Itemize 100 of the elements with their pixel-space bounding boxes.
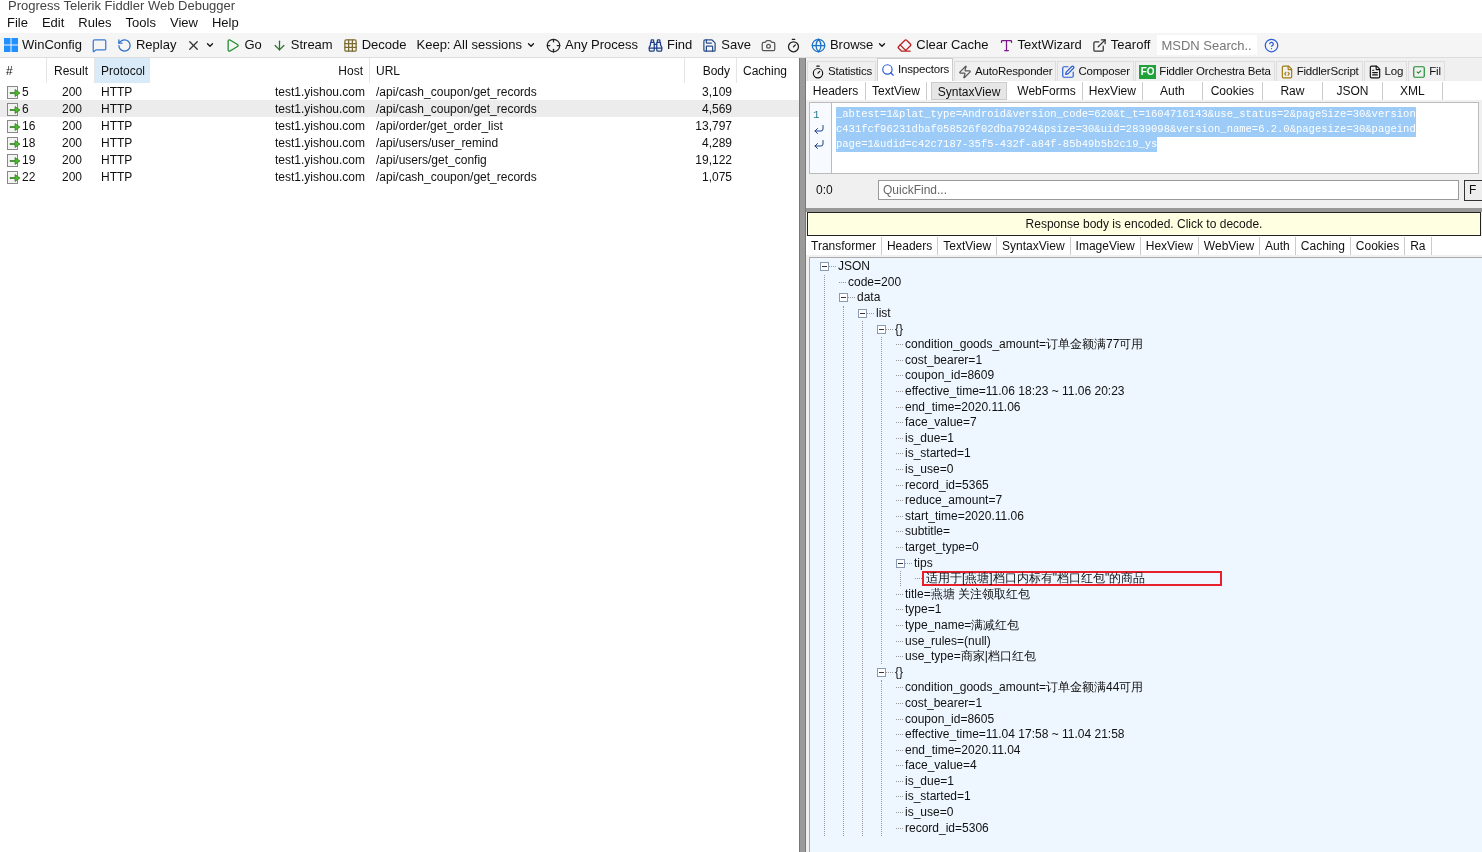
tab[interactable]: Cookies — [1202, 81, 1263, 100]
tab[interactable]: WebView — [1198, 236, 1261, 255]
tree-node-label[interactable]: effective_time=11.04 17:58 ~ 11.04 21:58 — [903, 727, 1127, 743]
quickfind-button[interactable]: F — [1464, 179, 1482, 201]
column-header[interactable]: Protocol — [95, 58, 150, 83]
tree-node-label[interactable]: face_value=7 — [903, 415, 979, 431]
session-row[interactable]: 19 200 HTTP test1.yishou.com /api/users/get_config 19,122 — [0, 151, 799, 168]
tree-node-label[interactable]: {} — [893, 321, 905, 337]
tab[interactable]: Auth — [1260, 236, 1296, 255]
menu-item[interactable]: File — [7, 12, 28, 33]
tree-node-label[interactable]: use_rules=(null) — [903, 633, 993, 649]
search-field[interactable]: MSDN Search... — [1157, 35, 1258, 55]
tab[interactable]: Caching — [1295, 236, 1351, 255]
tree-node-label[interactable]: condition_goods_amount=订单金额满77可用 — [903, 337, 1146, 353]
tree-node-label[interactable]: use_type=商家|档口红包 — [903, 649, 1038, 665]
tab[interactable]: Log — [1363, 61, 1408, 81]
collapse-icon[interactable] — [858, 309, 867, 319]
tab[interactable]: Statistics — [807, 61, 876, 81]
tree-node-label[interactable]: 适用于[燕塘]档口内标有"档口红包"的商品 — [926, 573, 1146, 585]
toolbar-button[interactable]: TextWizard — [995, 34, 1085, 56]
column-header[interactable]: Body — [685, 58, 737, 83]
tab[interactable]: Transformer — [806, 236, 882, 255]
tab[interactable]: Composer — [1057, 61, 1134, 81]
tree-node-label[interactable]: end_time=2020.11.06 — [903, 399, 1023, 415]
tab[interactable]: FO Fiddler Orchestra Beta — [1134, 61, 1275, 81]
tree-node-label[interactable]: type_name=满减红包 — [903, 617, 1022, 633]
toolbar-button[interactable]: WinConfig — [1, 34, 85, 56]
session-row[interactable]: 18 200 HTTP test1.yishou.com /api/users/user_remind 4,289 — [0, 134, 799, 151]
tree-node-label[interactable]: reduce_amount=7 — [903, 493, 1005, 509]
tree-node-label[interactable]: record_id=5365 — [903, 477, 991, 493]
tree-node-label[interactable]: is_due=1 — [903, 430, 957, 446]
tab[interactable]: Headers — [881, 236, 939, 255]
collapse-icon[interactable] — [820, 262, 829, 272]
tab[interactable]: SyntaxView — [930, 81, 1008, 100]
decode-banner[interactable]: Response body is encoded. Click to decode. — [807, 212, 1481, 236]
tree-node-label[interactable]: is_use=0 — [903, 462, 956, 477]
tab[interactable]: TextView — [938, 236, 998, 255]
tab[interactable]: Inspectors — [877, 58, 954, 81]
tree-node-label[interactable]: cost_bearer=1 — [903, 695, 985, 711]
toolbar-button[interactable]: Save — [699, 34, 754, 56]
column-header[interactable]: # — [0, 58, 47, 83]
tab[interactable]: XML — [1382, 81, 1443, 100]
column-header[interactable]: Host — [150, 58, 370, 83]
collapse-icon[interactable] — [877, 667, 886, 677]
tree-node-label[interactable]: is_use=0 — [903, 805, 956, 821]
menu-item[interactable]: Help — [211, 12, 239, 33]
tree-node-label[interactable]: face_value=4 — [903, 758, 979, 774]
tree-node-label[interactable]: is_due=1 — [903, 773, 957, 789]
tree-node-label[interactable]: is_started=1 — [903, 789, 973, 805]
tree-node-label[interactable]: {} — [893, 664, 905, 680]
tree-node-label[interactable]: effective_time=11.06 18:23 ~ 11.06 20:23 — [903, 384, 1127, 400]
tab[interactable]: SyntaxView — [997, 236, 1071, 255]
collapse-icon[interactable] — [839, 293, 848, 303]
tree-node-label[interactable]: tips — [912, 555, 935, 571]
tree-node-label[interactable]: end_time=2020.11.04 — [903, 742, 1023, 758]
column-header[interactable]: URL — [370, 58, 685, 83]
session-row[interactable]: 6 200 HTTP test1.yishou.com /api/cash_coupon/get_records 4,569 — [0, 100, 799, 117]
toolbar-button[interactable]: Browse — [807, 34, 891, 56]
quickfind-field[interactable]: QuickFind... — [878, 180, 1459, 200]
menu-item[interactable]: Tools — [125, 12, 156, 33]
toolbar-button[interactable]: Go — [222, 34, 265, 56]
toolbar-button[interactable]: Tearoff — [1088, 34, 1154, 56]
tab[interactable]: Headers — [806, 81, 866, 100]
tab[interactable]: Auth — [1142, 81, 1203, 100]
collapse-icon[interactable] — [896, 558, 905, 568]
menu-item[interactable]: View — [169, 12, 198, 33]
tab[interactable]: Fil — [1408, 61, 1445, 81]
tab[interactable]: FiddlerScript — [1275, 61, 1363, 81]
tree-node-label[interactable]: target_type=0 — [903, 540, 981, 555]
session-row[interactable]: 16 200 HTTP test1.yishou.com /api/order/get_order_list 13,797 — [0, 117, 799, 134]
toolbar-button[interactable]: Replay — [113, 34, 180, 56]
tab[interactable]: ImageView — [1070, 236, 1141, 255]
toolbar-button[interactable]: Any Process — [543, 34, 641, 56]
tree-node-label[interactable]: coupon_id=8605 — [903, 711, 997, 727]
menu-item[interactable]: Edit — [41, 12, 65, 33]
tree-node-label[interactable]: list — [874, 306, 893, 322]
tree-node-label[interactable]: type=1 — [903, 602, 944, 618]
tree-node-label[interactable]: code=200 — [846, 274, 904, 290]
tab[interactable]: Raw — [1262, 81, 1323, 100]
tab[interactable]: Cookies — [1350, 236, 1406, 255]
tab[interactable]: JSON — [1322, 81, 1383, 100]
tree-node-label[interactable]: title=燕塘 关注领取红包 — [903, 586, 1032, 602]
tab[interactable]: AutoResponder — [954, 61, 1057, 81]
tree-node-label[interactable]: JSON — [836, 259, 872, 275]
tab[interactable]: HexView — [1140, 236, 1199, 255]
toolbar-button[interactable]: Stream — [268, 34, 336, 56]
tree-node-label[interactable]: data — [855, 290, 883, 306]
tab[interactable]: HexView — [1082, 81, 1143, 100]
tree-node-label[interactable]: subtitle= — [903, 524, 953, 540]
tab[interactable]: Ra — [1405, 236, 1432, 255]
tree-node-label[interactable]: condition_goods_amount=订单金额满44可用 — [903, 680, 1146, 696]
menu-item[interactable]: Rules — [78, 12, 112, 33]
tree-node-label[interactable]: start_time=2020.11.06 — [903, 508, 1026, 524]
toolbar-button[interactable]: Decode — [339, 34, 410, 56]
toolbar-button[interactable]: Find — [645, 34, 696, 56]
toolbar-button[interactable]: Keep: All sessions — [413, 34, 539, 56]
collapse-icon[interactable] — [877, 324, 886, 334]
toolbar-button[interactable]: Clear Cache — [894, 34, 992, 56]
tree-node-label[interactable]: cost_bearer=1 — [903, 352, 985, 368]
session-row[interactable]: 5 200 HTTP test1.yishou.com /api/cash_coupon/get_records 3,109 — [0, 83, 799, 100]
